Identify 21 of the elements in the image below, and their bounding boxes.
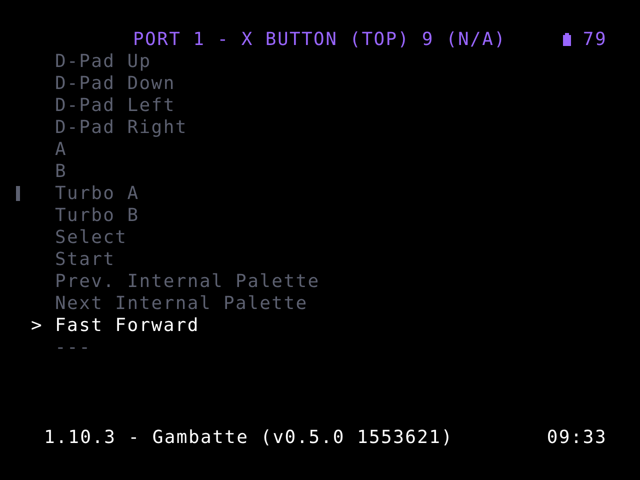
menu-item[interactable]: D-Pad Down (55, 72, 176, 94)
cursor-marker: > (31, 314, 44, 336)
menu-item[interactable]: A (55, 138, 68, 160)
menu-item[interactable]: --- (55, 336, 92, 358)
menu-item[interactable]: Turbo A (55, 182, 140, 204)
menu-item[interactable]: Start (55, 248, 116, 270)
clock: 09:33 (546, 427, 607, 448)
menu-item[interactable]: D-Pad Right (55, 116, 188, 138)
battery-icon (562, 32, 571, 46)
menu-title: PORT 1 - X BUTTON (TOP) 9 (N/A) (133, 28, 506, 50)
battery-level: 79 (582, 28, 607, 50)
menu-item[interactable]: Fast Forward (55, 314, 200, 336)
menu-item[interactable]: B (55, 160, 68, 182)
menu-item[interactable]: D-Pad Left (55, 94, 176, 116)
menu-item[interactable]: Select (55, 226, 128, 248)
core-version: 1.10.3 - Gambatte (v0.5.0 1553621) (44, 427, 454, 448)
menu-item[interactable]: Prev. Internal Palette (55, 270, 320, 292)
scrollbar-thumb (16, 186, 20, 201)
menu-item[interactable]: Next Internal Palette (55, 292, 308, 314)
menu-item[interactable]: D-Pad Up (55, 50, 152, 72)
menu-item[interactable]: Turbo B (55, 204, 140, 226)
